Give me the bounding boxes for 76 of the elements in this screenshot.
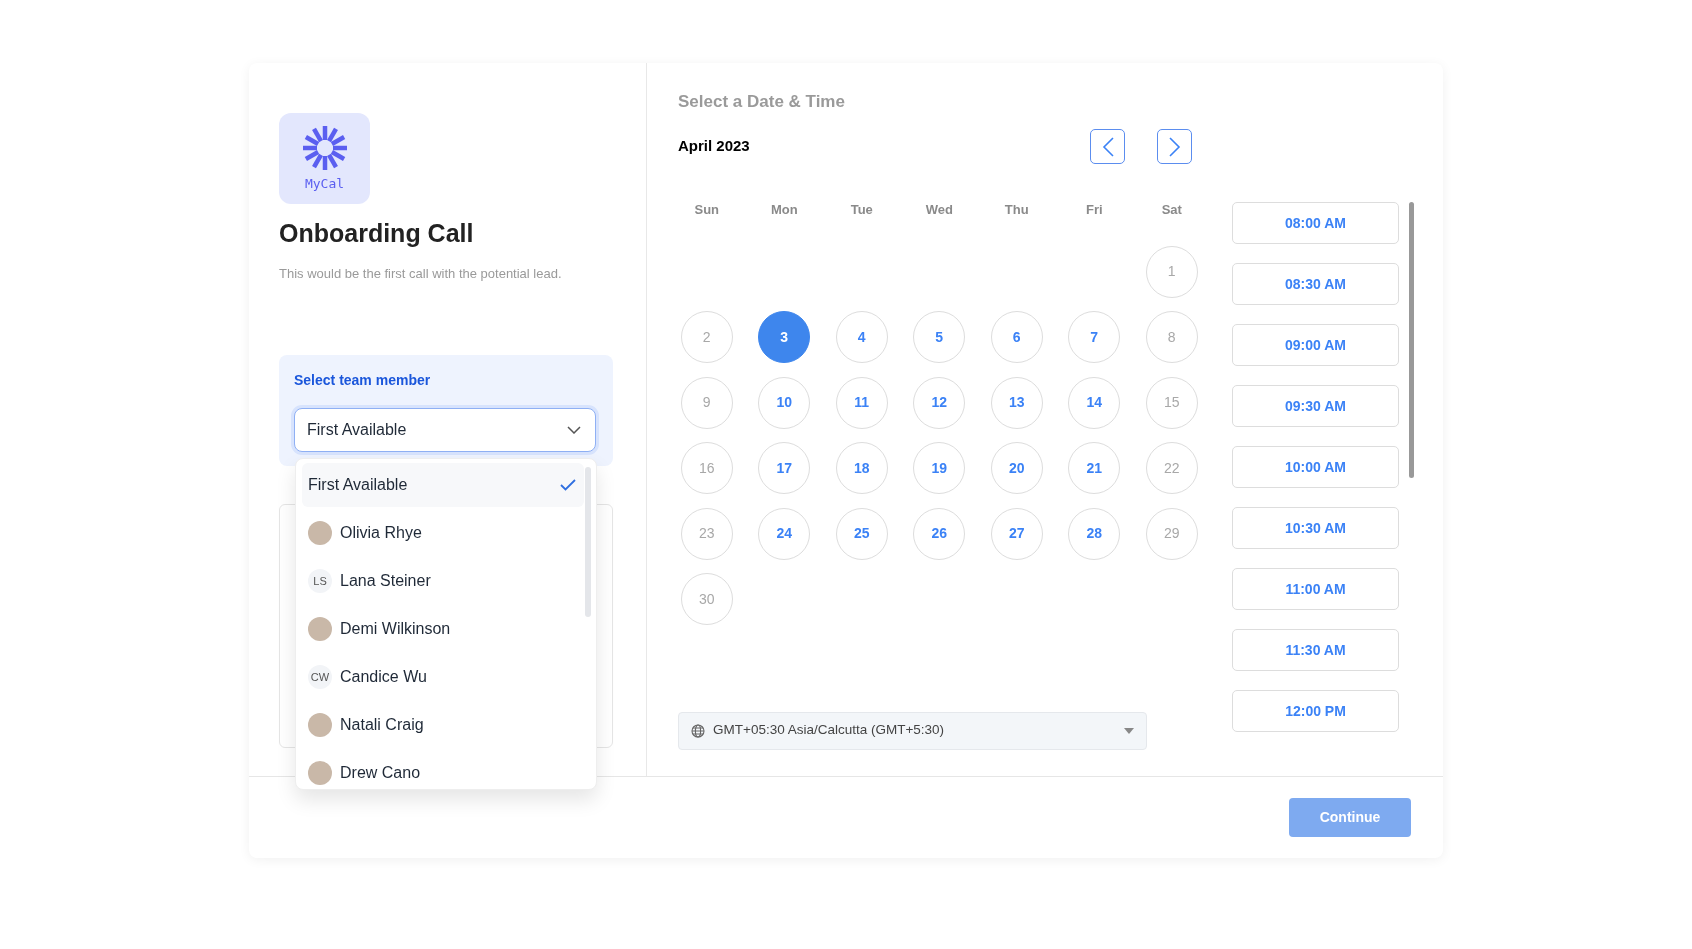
team-member-label: Select team member — [294, 371, 432, 390]
event-description: This would be the first call with the potential lead. — [279, 265, 563, 283]
time-slot-button[interactable]: 11:00 AM — [1232, 568, 1399, 610]
globe-icon — [691, 723, 705, 738]
previous-month-button[interactable] — [1090, 129, 1125, 164]
calendar-day[interactable]: 14 — [1068, 376, 1121, 429]
calendar-day[interactable]: 22 — [1145, 442, 1198, 494]
weekday-label: Thu — [1003, 201, 1030, 219]
avatar-placeholder — [308, 761, 332, 785]
chevron-right-icon — [1168, 136, 1181, 157]
asterisk-logo-icon — [300, 123, 349, 172]
calendar-day[interactable]: 21 — [1068, 442, 1121, 494]
calendar-day[interactable]: 7 — [1068, 311, 1121, 363]
dropdown-option[interactable]: Demi Wilkinson — [302, 607, 584, 651]
calendar-day[interactable]: 10 — [758, 376, 811, 429]
weekday-label: Wed — [924, 201, 954, 219]
avatar-placeholder — [308, 521, 332, 545]
section-title: Select a Date & Time — [678, 91, 846, 113]
initials-avatar: CW — [308, 665, 332, 689]
time-slot-button[interactable]: 09:30 AM — [1232, 385, 1399, 427]
time-slot-button[interactable]: 09:00 AM — [1232, 324, 1399, 366]
calendar-day[interactable]: 27 — [990, 507, 1043, 560]
calendar-day[interactable]: 11 — [835, 376, 888, 429]
calendar-day[interactable]: 30 — [680, 573, 733, 625]
dropdown-option[interactable]: First Available — [302, 463, 584, 507]
time-slot-button[interactable]: 10:00 AM — [1232, 446, 1399, 488]
caret-down-icon — [1124, 727, 1134, 734]
initials-avatar: LS — [308, 569, 332, 593]
calendar-day[interactable]: 2 — [680, 311, 733, 363]
calendar-day[interactable]: 19 — [913, 442, 966, 494]
calendar-day[interactable]: 1 — [1145, 245, 1198, 298]
calendar-day[interactable]: 3 — [758, 311, 811, 363]
next-month-button[interactable] — [1157, 129, 1192, 164]
calendar-day[interactable]: 25 — [835, 507, 888, 560]
team-member-select[interactable]: First Available — [294, 408, 596, 452]
calendar-day[interactable]: 29 — [1145, 507, 1198, 560]
time-slot-button[interactable]: 12:00 PM — [1232, 690, 1399, 732]
calendar-day[interactable]: 24 — [758, 507, 811, 560]
time-slot-button[interactable]: 10:30 AM — [1232, 507, 1399, 549]
chevron-left-icon — [1101, 136, 1114, 157]
event-title: Onboarding Call — [279, 218, 475, 249]
calendar-day[interactable]: 6 — [990, 311, 1043, 363]
calendar-day[interactable]: 23 — [680, 507, 733, 560]
calendar-day[interactable]: 18 — [835, 442, 888, 494]
calendar-day[interactable]: 17 — [758, 442, 811, 494]
calendar-day[interactable]: 26 — [913, 507, 966, 560]
time-slot-button[interactable]: 11:30 AM — [1232, 629, 1399, 671]
weekday-label: Mon — [769, 201, 799, 219]
weekday-label: Sun — [693, 201, 721, 219]
month-label: April 2023 — [678, 136, 750, 157]
calendar-day[interactable]: 9 — [680, 376, 733, 429]
calendar-day[interactable]: 12 — [913, 376, 966, 429]
timezone-select[interactable]: GMT+05:30 Asia/Calcutta (GMT+5:30) — [678, 711, 1147, 750]
weekday-label: Fri — [1084, 201, 1104, 219]
time-slot-button[interactable]: 08:30 AM — [1232, 263, 1399, 305]
dropdown-option[interactable]: Olivia Rhye — [302, 511, 584, 555]
calendar-day[interactable]: 8 — [1145, 311, 1198, 363]
chevron-down-icon — [567, 426, 581, 434]
checkmark-icon — [560, 479, 576, 491]
calendar-day[interactable]: 15 — [1145, 376, 1198, 429]
calendar-day[interactable]: 16 — [680, 442, 733, 494]
weekday-label: Tue — [849, 201, 874, 219]
weekday-label: Sat — [1160, 201, 1183, 219]
dropdown-option[interactable]: Natali Craig — [302, 703, 584, 747]
calendar-day[interactable]: 4 — [835, 311, 888, 363]
dropdown-option[interactable]: Drew Cano — [302, 751, 584, 795]
dropdown-option[interactable]: LS Lana Steiner — [302, 559, 584, 603]
calendar-day[interactable]: 5 — [913, 311, 966, 363]
calendar-day[interactable]: 13 — [990, 376, 1043, 429]
avatar-placeholder — [308, 617, 332, 641]
logo-text: MyCal — [304, 174, 345, 193]
calendar-day[interactable]: 28 — [1068, 507, 1121, 560]
time-slot-button[interactable]: 08:00 AM — [1232, 202, 1399, 244]
avatar-placeholder — [308, 713, 332, 737]
calendar-day[interactable]: 20 — [990, 442, 1043, 494]
dropdown-option[interactable]: CW Candice Wu — [302, 655, 584, 699]
